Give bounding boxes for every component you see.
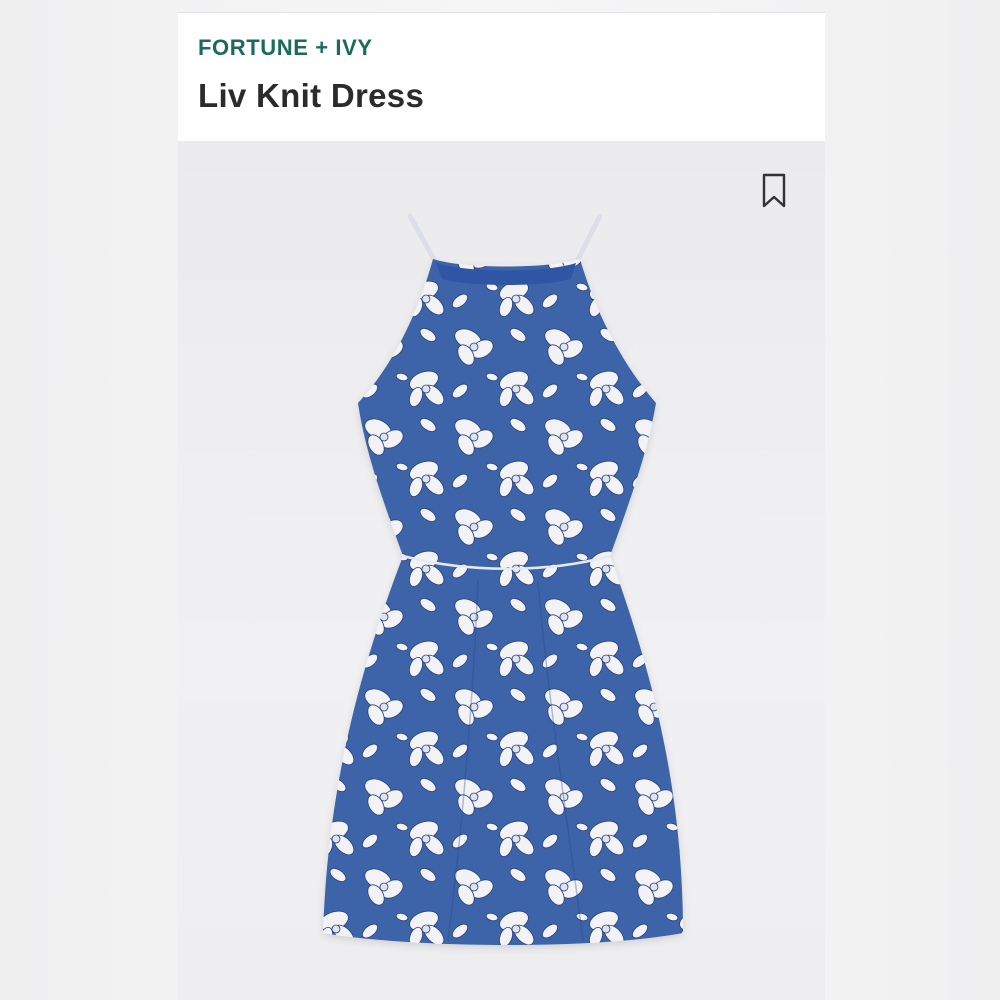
bookmark-icon[interactable] [761,173,787,209]
page: FORTUNE + IVY Liv Knit Dress [0,0,1000,1000]
product-header: FORTUNE + IVY Liv Knit Dress [178,13,825,141]
product-title: Liv Knit Dress [198,77,425,114]
dress-image [323,213,683,945]
brand-name[interactable]: FORTUNE + IVY [198,35,373,61]
product-card: FORTUNE + IVY Liv Knit Dress [178,12,825,1000]
product-image[interactable] [178,141,825,1000]
